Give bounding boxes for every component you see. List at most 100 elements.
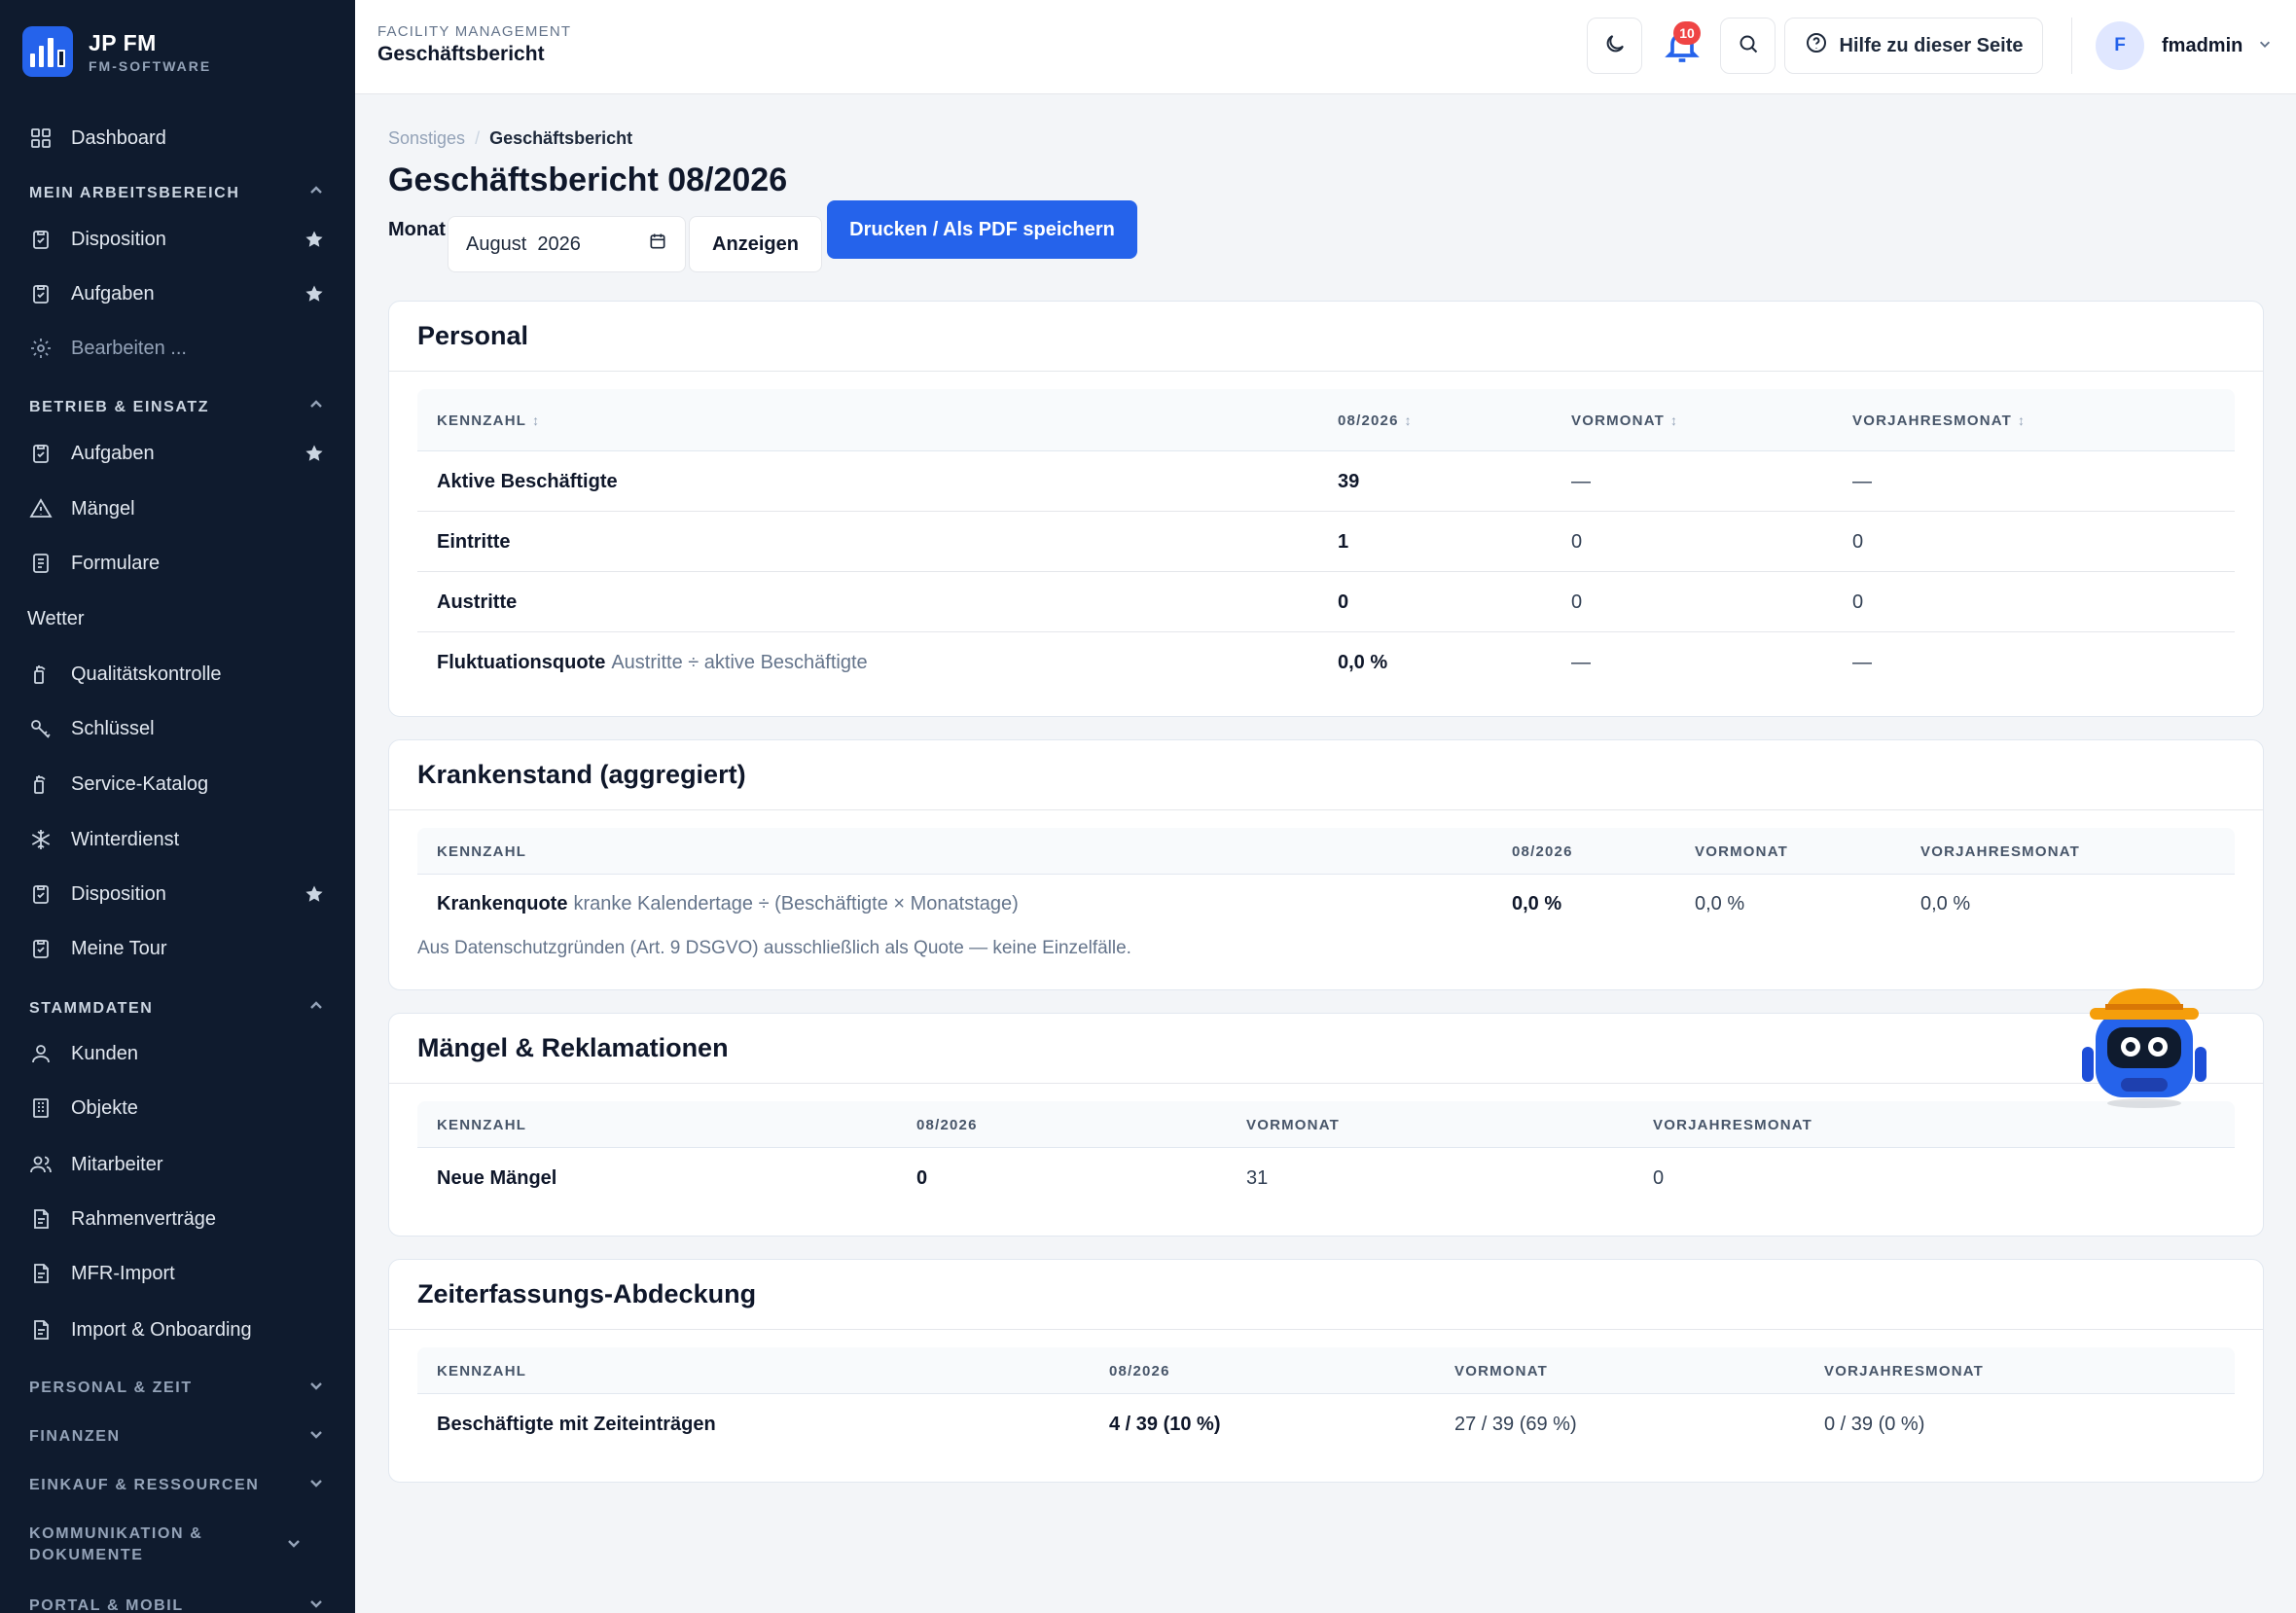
section-betrieb-einsatz[interactable]: BETRIEB & EINSATZ — [29, 397, 324, 417]
row-prev: 0 — [1571, 530, 1583, 553]
col-current[interactable]: 08/2026 ↕ — [1338, 389, 1412, 451]
section-einkauf-ressourcen[interactable]: EINKAUF & RESSOURCEN — [29, 1475, 324, 1495]
col-prev-year[interactable]: VORJAHRESMONAT ↕ — [1852, 389, 2025, 451]
calendar-icon[interactable] — [648, 232, 667, 257]
row-key-label: Fluktuationsquote — [437, 651, 606, 673]
section-kommunikation-dokumente[interactable]: KOMMUNIKATION & DOKUMENTE — [29, 1523, 302, 1566]
sidebar-item-label: Objekte — [71, 1096, 138, 1119]
breadcrumb-current: Geschäftsbericht — [489, 128, 633, 148]
sidebar-item-import-onboarding[interactable]: Import & Onboarding — [0, 1303, 355, 1357]
col-label: KENNZAHL — [437, 412, 527, 429]
col-prev: VORMONAT — [1246, 1116, 1340, 1133]
month-input[interactable]: August 2026 — [448, 216, 686, 272]
clipboard-check-icon — [29, 882, 53, 906]
sidebar-item-mitarbeiter[interactable]: Mitarbeiter — [0, 1137, 355, 1192]
chevron-down-icon — [2258, 37, 2272, 55]
row-prev-year: 0 — [1653, 1166, 1665, 1189]
sidebar-item-objekte[interactable]: Objekte — [0, 1081, 355, 1135]
brand[interactable]: JP FM FM-SOFTWARE — [0, 0, 355, 103]
row-key: Austritte — [437, 572, 517, 632]
card-title: Mängel & Reklamationen — [389, 1014, 2263, 1084]
breadcrumb: Sonstiges / Geschäftsbericht — [388, 128, 632, 149]
table-row: Krankenquote kranke Kalendertage ÷ (Besch… — [417, 875, 2235, 933]
sidebar-item-maengel[interactable]: Mängel — [0, 482, 355, 536]
sidebar-item-mfr-import[interactable]: MFR-Import — [0, 1246, 355, 1301]
sidebar-item-rahmenvertraege[interactable]: Rahmenverträge — [0, 1192, 355, 1246]
col-kennzahl[interactable]: KENNZAHL ↕ — [437, 389, 539, 451]
section-label: KOMMUNIKATION & DOKUMENTE — [29, 1525, 203, 1563]
star-icon[interactable] — [305, 444, 324, 463]
row-current: 4 / 39 (10 %) — [1109, 1413, 1221, 1435]
document-icon — [29, 1207, 53, 1231]
section-label: EINKAUF & RESSOURCEN — [29, 1476, 260, 1493]
section-stammdaten[interactable]: STAMMDATEN — [29, 998, 324, 1019]
sidebar-item-qualitaetskontrolle[interactable]: Qualitätskontrolle — [0, 647, 355, 701]
sidebar-item-label: MFR-Import — [71, 1262, 175, 1284]
star-icon[interactable] — [305, 284, 324, 304]
sidebar-item-disposition[interactable]: Disposition — [0, 212, 355, 267]
row-key-label: Eintritte — [437, 530, 511, 553]
sidebar-item-formulare[interactable]: Formulare — [0, 536, 355, 591]
breadcrumb-parent[interactable]: Sonstiges — [388, 128, 465, 148]
section-personal-zeit[interactable]: PERSONAL & ZEIT — [29, 1378, 324, 1398]
star-icon[interactable] — [305, 230, 324, 249]
col-prev: VORMONAT — [1454, 1362, 1548, 1380]
chevron-down-icon — [308, 1475, 324, 1495]
sidebar-item-aufgaben-ops[interactable]: Aufgaben — [0, 426, 355, 481]
sidebar-item-service-katalog[interactable]: Service-Katalog — [0, 757, 355, 811]
grid-icon — [29, 126, 53, 150]
row-key: Beschäftigte mit Zeiteinträgen — [437, 1413, 716, 1435]
sidebar-item-label: Wetter — [27, 607, 85, 629]
col-label: VORJAHRESMONAT — [1852, 412, 2013, 429]
section-label: FINANZEN — [29, 1427, 121, 1445]
sidebar-item-winterdienst[interactable]: Winterdienst — [0, 812, 355, 867]
privacy-note: Aus Datenschutzgründen (Art. 9 DSGVO) au… — [417, 938, 1131, 958]
chevron-down-icon — [308, 1378, 324, 1398]
row-prev-year: 0 / 39 (0 %) — [1824, 1413, 1925, 1435]
table-row: Eintritte 1 0 0 — [417, 512, 2235, 572]
col-label: VORMONAT — [1571, 412, 1665, 429]
card-title: Zeiterfassungs-Abdeckung — [389, 1260, 2263, 1330]
print-pdf-button[interactable]: Drucken / Als PDF speichern — [827, 200, 1137, 259]
sidebar-item-disposition-ops[interactable]: Disposition — [0, 867, 355, 921]
sidebar-item-bearbeiten[interactable]: Bearbeiten ... — [0, 321, 355, 376]
show-button[interactable]: Anzeigen — [689, 216, 822, 272]
sidebar-item-dashboard[interactable]: Dashboard — [0, 111, 355, 165]
table-maengel: KENNZAHL 08/2026 VORMONAT VORJAHRESMONAT… — [417, 1101, 2235, 1208]
sidebar-item-label: Meine Tour — [71, 937, 167, 959]
sidebar-item-schluessel[interactable]: Schlüssel — [0, 701, 355, 756]
section-portal-mobil[interactable]: PORTAL & MOBIL — [29, 1595, 324, 1613]
sidebar-item-label: Qualitätskontrolle — [71, 663, 222, 685]
sidebar-item-kunden[interactable]: Kunden — [0, 1026, 355, 1081]
col-prev[interactable]: VORMONAT ↕ — [1571, 389, 1677, 451]
help-button[interactable]: Hilfe zu dieser Seite — [1784, 18, 2043, 74]
theme-toggle-button[interactable] — [1587, 18, 1642, 74]
row-prev: 27 / 39 (69 %) — [1454, 1413, 1577, 1435]
section-finanzen[interactable]: FINANZEN — [29, 1426, 324, 1447]
building-icon — [29, 1096, 53, 1120]
row-prev-year: — — [1852, 651, 1872, 673]
brand-logo-icon — [22, 26, 73, 77]
table-row: Neue Mängel 0 31 0 — [417, 1148, 2235, 1208]
sidebar-item-meine-tour[interactable]: Meine Tour — [0, 921, 355, 976]
sidebar-item-wetter[interactable]: Wetter — [0, 591, 355, 646]
card-zeiterfassung: Zeiterfassungs-Abdeckung KENNZAHL 08/202… — [388, 1259, 2264, 1483]
user-menu[interactable]: F fmadmin — [2096, 21, 2272, 70]
chevron-up-icon — [308, 998, 324, 1019]
sidebar: JP FM FM-SOFTWARE Dashboard MEIN ARBEITS… — [0, 0, 355, 1613]
section-mein-arbeitsbereich[interactable]: MEIN ARBEITSBEREICH — [29, 183, 324, 203]
table-krankenstand: KENNZAHL 08/2026 VORMONAT VORJAHRESMONAT… — [417, 828, 2235, 933]
assistant-mascot-icon[interactable] — [2078, 985, 2210, 1111]
sidebar-item-label: Service-Katalog — [71, 772, 209, 795]
search-button[interactable] — [1720, 18, 1776, 74]
sort-icon: ↕ — [2018, 412, 2026, 428]
star-icon[interactable] — [305, 884, 324, 904]
sidebar-item-label: Formulare — [71, 552, 161, 574]
section-label: BETRIEB & EINSATZ — [29, 398, 210, 415]
table-personal: KENNZAHL ↕ 08/2026 ↕ VORMONAT ↕ VORJAHRESMO… — [417, 389, 2235, 693]
topbar: FACILITY MANAGEMENT Geschäftsbericht 10 … — [355, 0, 2296, 94]
sidebar-item-label: Aufgaben — [71, 442, 155, 464]
sidebar-item-aufgaben[interactable]: Aufgaben — [0, 267, 355, 321]
table-header: KENNZAHL 08/2026 VORMONAT VORJAHRESMONAT — [417, 828, 2235, 875]
row-current: 39 — [1338, 470, 1360, 492]
